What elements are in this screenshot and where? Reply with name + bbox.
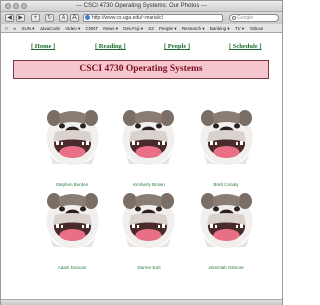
page-banner: CSCI 4730 Operating Systems [13,60,269,79]
globe-icon [85,15,90,20]
toolbar: ◀ ▶ + ↻ A A http://www.cs.uga.edu/~maria… [1,12,282,24]
bookmark-item[interactable]: Research ▾ [182,24,205,32]
bookmark-item[interactable]: Yahoo! [249,24,263,32]
search-placeholder: Google [237,15,254,21]
student-photo[interactable] [45,191,100,249]
bulldog-photo [45,191,100,249]
title-bar: --- CSCI 4730 Operating Systems: Our Pho… [1,1,282,12]
bookmark-item[interactable]: People ▾ [159,24,177,32]
add-bookmark-button[interactable]: + [31,14,40,22]
window-title: --- CSCI 4730 Operating Systems: Our Pho… [75,3,208,9]
bookmark-item[interactable]: ∞ [13,24,16,32]
student-photo[interactable] [121,108,176,166]
bulldog-photo [199,108,254,166]
address-bar[interactable]: http://www.cs.uga.edu/~maria/cl [83,14,223,22]
reload-button[interactable]: ↻ [45,14,54,22]
site-nav: [ Home ] [ Reading ] [ People ] [ Schedu… [1,43,282,53]
nav-link-schedule[interactable]: [ Schedule ] [229,43,262,50]
nav-link-people[interactable]: [ People ] [164,43,190,50]
student-photo[interactable] [45,108,100,166]
bookmark-item[interactable]: Banking ▾ [210,24,230,32]
back-button[interactable]: ◀ [5,14,14,22]
bookmark-item[interactable]: □ [5,24,8,32]
bulldog-photo [121,108,176,166]
bookmarks-bar: □ ∞ SUN ▾ JavaCode Video ▾ CNNT News ▾ D… [1,24,282,33]
bookmark-item[interactable]: JavaCode [40,24,60,32]
bulldog-photo [45,108,100,166]
search-field[interactable]: Google [229,14,279,22]
text-smaller-button[interactable]: A [59,14,68,22]
bookmark-item[interactable]: S2 [148,24,154,32]
student-name: Jeremiah Gilmore [208,265,244,270]
browser-window: --- CSCI 4730 Operating Systems: Our Pho… [0,0,283,305]
text-larger-button[interactable]: A [70,14,79,22]
address-url: http://www.cs.uga.edu/~maria/cl [92,15,163,21]
bookmark-item[interactable]: CNNT [85,24,98,32]
student-photo[interactable] [199,108,254,166]
student-name: Adam Duncan [57,265,87,270]
forward-button[interactable]: ▶ [16,14,25,22]
bookmark-item[interactable]: SUN ▾ [21,24,34,32]
student-name: Kimberly Brown [133,182,165,187]
student-name: Darren Earl [137,265,161,270]
student-photo[interactable] [121,191,176,249]
status-bar [1,299,282,305]
search-icon [232,16,236,20]
student-name: Stephen Borden [55,182,89,187]
nav-link-home[interactable]: [ Home ] [31,43,55,50]
bulldog-photo [121,191,176,249]
bookmark-item[interactable]: Dev.Fuji ▾ [123,24,143,32]
nav-link-reading[interactable]: [ Reading ] [95,43,126,50]
bookmark-item[interactable]: Video ▾ [65,24,80,32]
bookmark-item[interactable]: TV ▾ [235,24,244,32]
bookmark-item[interactable]: News ▾ [103,24,118,32]
student-photo[interactable] [199,191,254,249]
student-name: Brett Conaty [213,182,239,187]
bulldog-photo [199,191,254,249]
page-title: CSCI 4730 Operating Systems [79,64,203,74]
